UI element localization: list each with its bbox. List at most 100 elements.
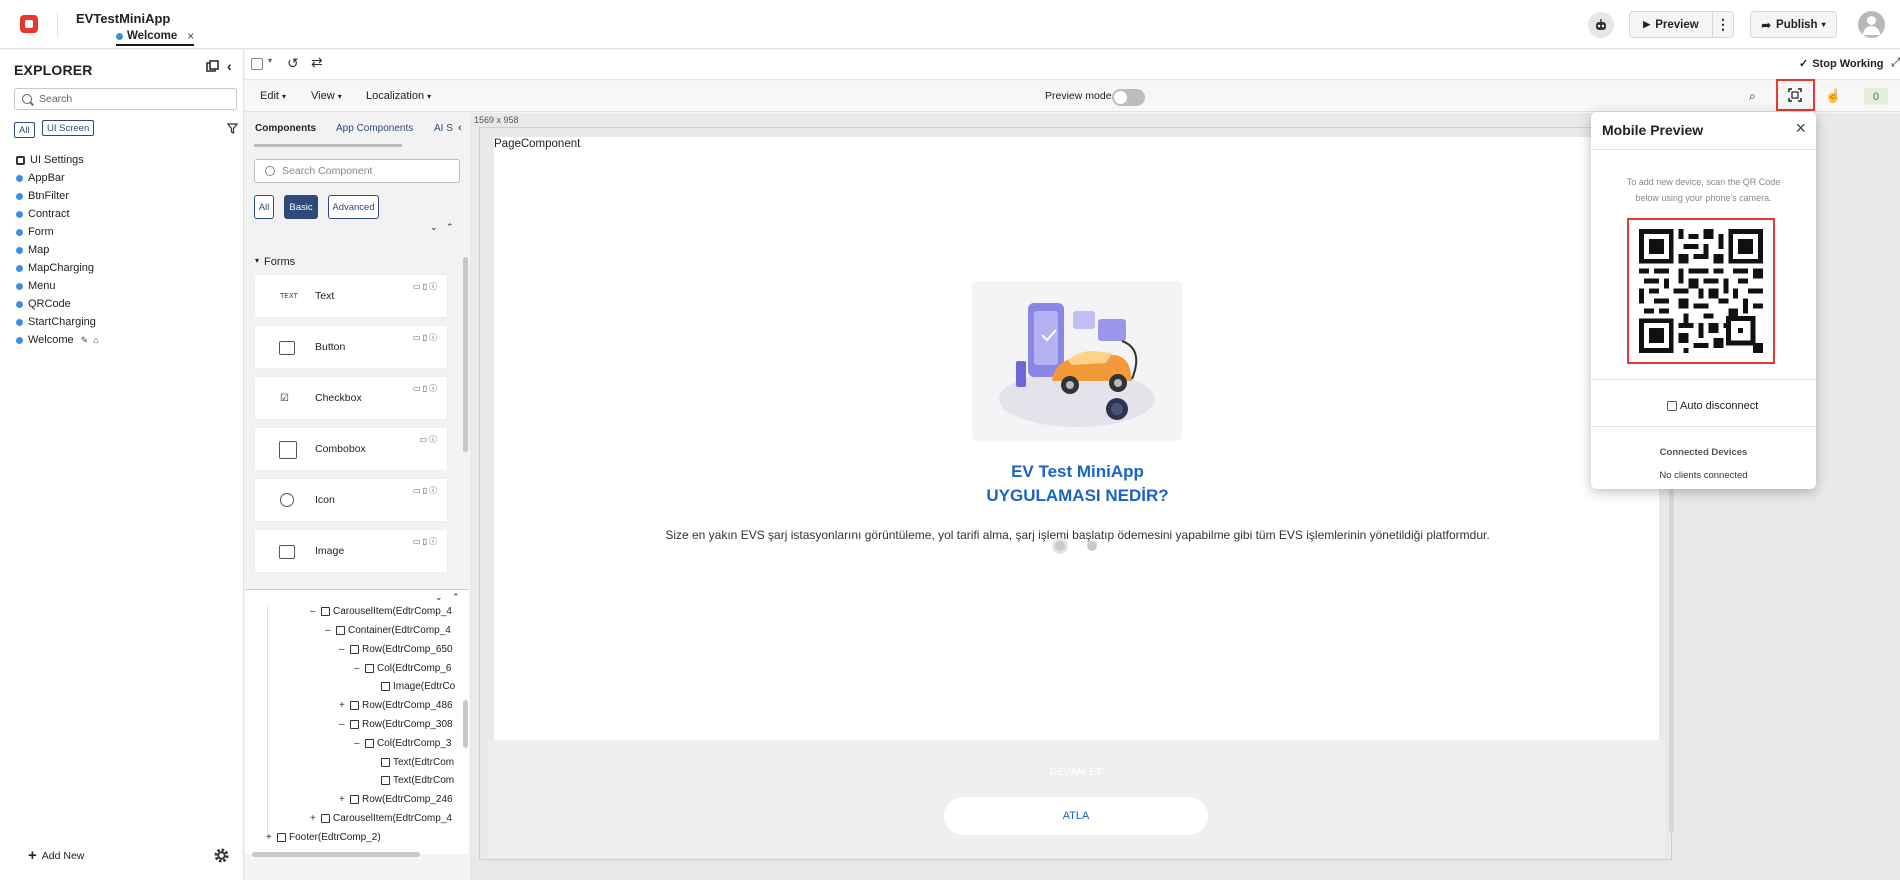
component-item-checkbox[interactable]: ☑ Checkbox ▭▯ⓘ [254, 376, 448, 420]
tree-row[interactable]: – Row(EdtrComp_308 [339, 719, 460, 730]
tree-row-label: Row(EdtrComp_650 [362, 644, 453, 655]
gear-icon[interactable] [213, 847, 230, 867]
explorer-item-label: Contract [28, 208, 70, 220]
menu-view[interactable]: View ▾ [311, 90, 342, 102]
tree-toggle: – [339, 719, 345, 730]
tree-row-label: Text(EdtrCom [393, 775, 455, 786]
component-item-image[interactable]: Image ▭▯ⓘ [254, 529, 448, 573]
explorer-item-label: MapCharging [28, 262, 95, 274]
pointer-icon[interactable]: ☝ [1825, 88, 1841, 104]
collapse-all-icon[interactable]: ⌃ [446, 222, 454, 233]
tree-row[interactable]: – Col(EdtrComp_3 [354, 738, 460, 749]
filter-advanced-button[interactable]: Advanced [328, 195, 379, 219]
explorer-item-menu[interactable]: Menu [16, 280, 56, 292]
tab-app-components[interactable]: App Components [336, 123, 413, 134]
screen-dot-icon [16, 246, 23, 254]
menu-localization[interactable]: Localization ▾ [366, 90, 431, 102]
qr-instructions: To add new device, scan the QR Code belo… [1626, 177, 1781, 203]
components-scrollbar[interactable] [463, 257, 468, 452]
tab-close-icon[interactable]: × [187, 29, 194, 43]
chevron-left-icon[interactable]: ‹ [458, 122, 462, 134]
tree-row[interactable]: + Footer(EdtrComp_2) [266, 832, 460, 843]
tree-row[interactable]: + Row(EdtrComp_246 [339, 794, 460, 805]
skip-button[interactable]: ATLA [944, 797, 1208, 835]
screen-dot-icon [16, 282, 23, 290]
explorer-item-qrcode[interactable]: QRCode [16, 298, 71, 310]
tree-row[interactable]: + Row(EdtrComp_486 [339, 700, 460, 711]
tab-components[interactable]: Components [255, 123, 316, 134]
preview-mode-toggle[interactable] [1112, 89, 1145, 106]
tree-toggle: – [325, 625, 331, 636]
tree-row[interactable]: Text(EdtrCom [370, 757, 460, 768]
expand-icon[interactable]: ⤢ [1891, 55, 1900, 70]
preview-mode-label: Preview mode [1045, 90, 1112, 102]
tree-row[interactable]: – CarouselItem(EdtrComp_4 [310, 606, 460, 617]
filter-chip-all[interactable]: All [14, 122, 35, 138]
close-icon[interactable]: × [1795, 118, 1806, 139]
tree-row-label: Col(EdtrComp_3 [377, 738, 452, 749]
preview-button[interactable]: ▶ Preview [1629, 11, 1713, 38]
filter-chip-ui-screen[interactable]: UI Screen [42, 120, 95, 136]
explorer-item-contract[interactable]: Contract [16, 208, 70, 220]
expand-all-icon[interactable]: ⌄ [435, 592, 443, 603]
tree-row[interactable]: – Col(EdtrComp_6 [354, 663, 460, 674]
component-item-button[interactable]: Button ▭▯ⓘ [254, 325, 448, 369]
search-icon[interactable]: ⌕ [1749, 89, 1756, 104]
forms-section-header[interactable]: ▾ Forms [255, 256, 295, 268]
assistant-icon[interactable] [1588, 12, 1614, 38]
carousel-dot[interactable] [1087, 541, 1097, 551]
icon-icon [280, 493, 294, 507]
explorer-item-mapcharging[interactable]: MapCharging [16, 262, 94, 274]
history-icon[interactable]: ↺ [287, 55, 299, 72]
copy-icon[interactable] [206, 60, 219, 73]
tab-welcome[interactable]: Welcome × [116, 28, 195, 46]
explorer-item-form[interactable]: Form [16, 226, 54, 238]
tree-row[interactable]: – Row(EdtrComp_650 [339, 644, 460, 655]
tab-ai[interactable]: AI S [434, 123, 453, 134]
welcome-title-line1: EV Test MiniApp [1011, 462, 1144, 481]
menu-edit[interactable]: Edit ▾ [260, 90, 286, 102]
qr-code [1639, 229, 1763, 353]
checkbox-box[interactable] [1667, 401, 1677, 411]
divider [1591, 426, 1816, 427]
filter-all-button[interactable]: All [254, 195, 274, 219]
tree-scrollbar[interactable] [463, 700, 468, 748]
app-logo[interactable] [20, 15, 38, 33]
save-icon[interactable] [251, 58, 263, 70]
tree-row[interactable]: – Container(EdtrComp_4 [325, 625, 460, 636]
chevron-down-icon[interactable]: ▾ [268, 56, 272, 65]
collapse-all-icon[interactable]: ⌃ [452, 592, 460, 603]
tree-row[interactable]: Text(EdtrCom [370, 775, 460, 786]
explorer-item-ui-settings[interactable]: UI Settings [16, 154, 84, 166]
explorer-item-btnfilter[interactable]: BtnFilter [16, 190, 69, 202]
settings-icon [16, 155, 25, 165]
component-item-text[interactable]: TEXT Text ▭▯ⓘ [254, 274, 448, 318]
carousel-dot-active[interactable] [1055, 541, 1065, 551]
publish-button[interactable]: ➦ Publish ▾ [1750, 11, 1837, 38]
tree-horizontal-scrollbar[interactable] [252, 852, 420, 857]
filter-basic-button[interactable]: Basic [284, 195, 318, 219]
preview-more-button[interactable]: ⋮ [1712, 11, 1734, 38]
auto-disconnect-checkbox[interactable]: Auto disconnect [1667, 400, 1758, 412]
expand-all-icon[interactable]: ⌄ [430, 222, 438, 233]
add-new-button[interactable]: + Add New [28, 847, 84, 864]
collapse-panel-icon[interactable]: ‹ [227, 58, 232, 74]
user-avatar[interactable] [1858, 11, 1885, 38]
tree-row[interactable]: Image(EdtrCo [370, 681, 460, 692]
component-item-combobox[interactable]: Combobox ▭ⓘ [254, 427, 448, 471]
swap-icon[interactable]: ⇄ [311, 54, 323, 71]
explorer-item-startcharging[interactable]: StartCharging [16, 316, 96, 328]
explorer-search-input[interactable]: Search [14, 88, 237, 110]
filter-icon[interactable] [226, 123, 239, 137]
component-search-input[interactable]: Search Component [254, 159, 460, 183]
tree-row-label: Col(EdtrComp_6 [377, 663, 452, 674]
explorer-item-map[interactable]: Map [16, 244, 49, 256]
tree-row[interactable]: + CarouselItem(EdtrComp_4 [310, 813, 460, 824]
device-icons: ▭▯ⓘ [413, 486, 439, 495]
explorer-item-appbar[interactable]: AppBar [16, 172, 65, 184]
tree-guide-line [267, 606, 268, 838]
continue-button[interactable]: DEVAM ET [944, 766, 1208, 778]
component-item-icon[interactable]: Icon ▭▯ⓘ [254, 478, 448, 522]
stop-working-button[interactable]: ✓ Stop Working [1799, 57, 1884, 71]
explorer-item-welcome[interactable]: Welcome ✎ ⌂ [16, 334, 99, 346]
